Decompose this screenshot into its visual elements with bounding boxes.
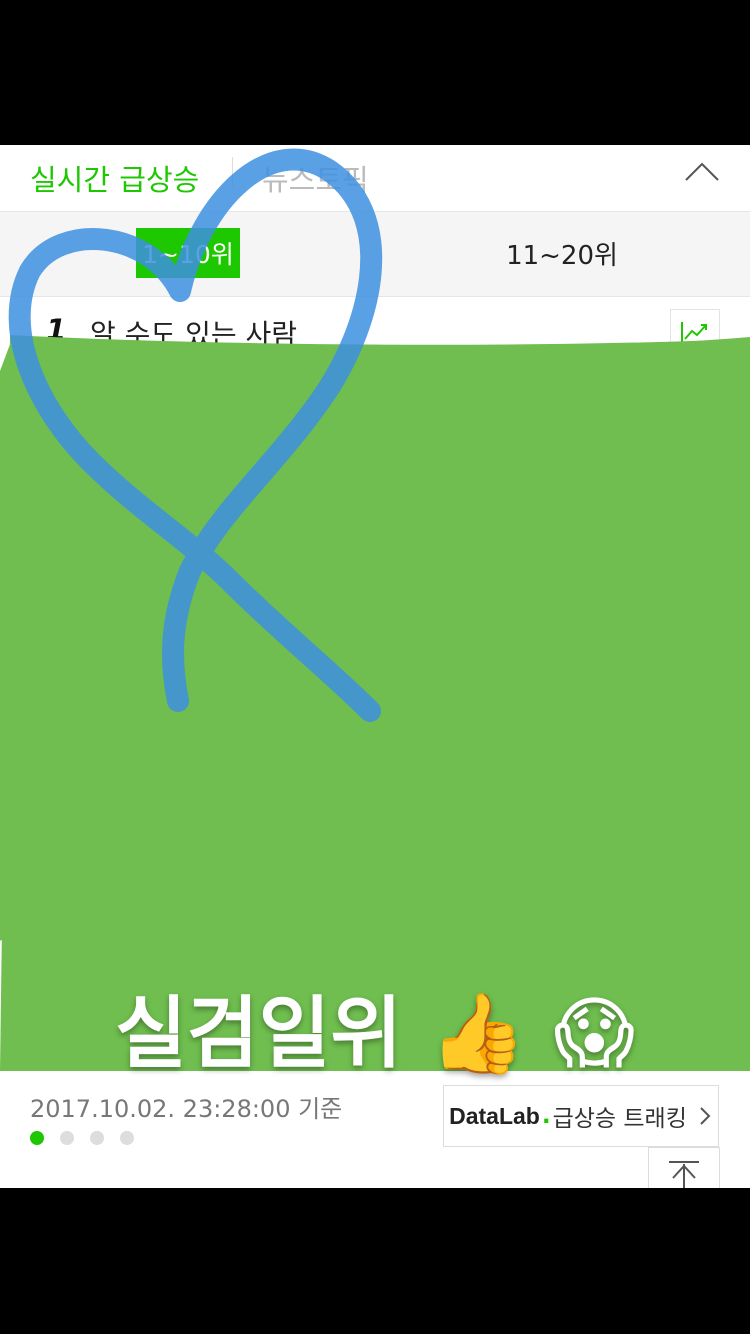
chevron-right-icon [700,1107,711,1125]
page-indicator [30,1131,134,1145]
heart-doodle [8,148,383,722]
to-top-icon [669,1161,699,1188]
datalab-dot: . [541,1103,551,1129]
range-tab-11-20[interactable]: 11~20위 [470,228,654,278]
datalab-tracking-button[interactable]: DataLab. 급상승 트래킹 [443,1085,719,1147]
footer-bar: 2017.10.02. 23:28:00 기준 DataLab. 급상승 트래킹 [0,1055,750,1188]
page-dot[interactable] [120,1131,134,1145]
chevron-up-icon[interactable] [684,159,720,183]
datalab-brand: DataLab [449,1102,540,1129]
page-dot[interactable] [30,1131,44,1145]
datalab-label: 급상승 트래킹 [552,1106,687,1132]
page-dot[interactable] [60,1131,74,1145]
green-scribble-layer: 실검일위 👍 😱 [0,148,750,1079]
timestamp: 2017.10.02. 23:28:00 기준 [30,1095,343,1123]
app-screen: 실시간 급상승 뉴스토픽 1~10위 11~20위 1 알 수도 있는 사람 실… [0,145,750,1188]
page-dot[interactable] [90,1131,104,1145]
scroll-to-top-button[interactable] [648,1147,720,1188]
